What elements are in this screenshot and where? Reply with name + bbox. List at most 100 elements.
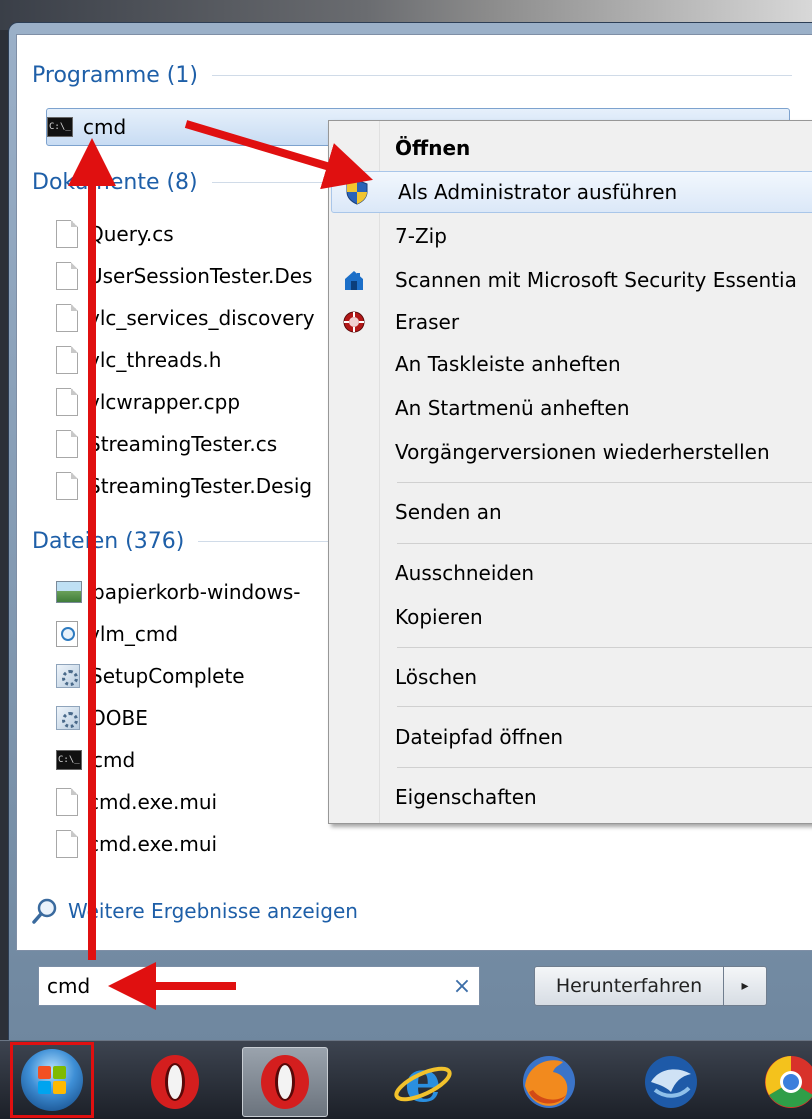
- taskbar-app-opera[interactable]: [132, 1047, 218, 1117]
- context-menu-item-scan[interactable]: Scannen mit Microsoft Security Essentia: [329, 259, 812, 301]
- result-item-document[interactable]: Query.cs: [56, 216, 174, 252]
- start-search-box[interactable]: ×: [38, 966, 480, 1006]
- document-icon: [56, 472, 78, 500]
- taskbar-app-opera-active[interactable]: [242, 1047, 328, 1117]
- result-item-label: StreamingTester.cs: [88, 432, 278, 456]
- group-divider: [211, 74, 792, 76]
- document-icon: [56, 262, 78, 290]
- context-menu-separator: [397, 706, 812, 707]
- context-menu-item-open-file-location[interactable]: Dateipfad öffnen: [329, 716, 812, 758]
- result-item-label: vlc_threads.h: [88, 348, 222, 372]
- result-item-document[interactable]: StreamingTester.Desig: [56, 468, 326, 504]
- context-menu-item-label: Senden an: [395, 500, 502, 524]
- context-menu: Öffnen Als Administrator ausführen 7-Zip…: [328, 120, 812, 824]
- result-item-label: vlc_services_discovery: [88, 306, 315, 330]
- chevron-right-icon: ▸: [741, 978, 749, 994]
- context-menu-item-label: An Startmenü anheften: [395, 396, 630, 420]
- context-menu-item-send-to[interactable]: Senden an: [329, 491, 812, 533]
- result-item-label: cmd.exe.mui: [88, 790, 218, 814]
- result-item-document[interactable]: vlc_services_discovery: [56, 300, 326, 336]
- thunderbird-icon: [645, 1056, 697, 1108]
- shutdown-options-button[interactable]: ▸: [723, 966, 767, 1006]
- settings-file-icon: [56, 706, 80, 730]
- result-item-file[interactable]: cmd.exe.mui: [56, 826, 217, 862]
- shutdown-button[interactable]: Herunterfahren: [534, 966, 724, 1006]
- context-menu-item-label: Ausschneiden: [395, 561, 535, 585]
- group-header-documents-label: Dokumente (8): [32, 169, 198, 195]
- result-item-document[interactable]: UserSessionTester.Des: [56, 258, 326, 294]
- context-menu-separator: [397, 647, 812, 648]
- clear-search-icon[interactable]: ×: [445, 974, 479, 999]
- context-menu-item-label: Eraser: [395, 310, 460, 334]
- start-button[interactable]: [10, 1042, 94, 1118]
- context-menu-item-eraser[interactable]: Eraser: [329, 301, 812, 343]
- document-icon: [56, 304, 78, 332]
- context-menu-item-label: Eigenschaften: [395, 785, 537, 809]
- context-menu-item-label: Öffnen: [395, 136, 471, 160]
- context-menu-item-label: Dateipfad öffnen: [395, 725, 564, 749]
- taskbar-app-firefox[interactable]: [506, 1047, 592, 1117]
- search-input[interactable]: [39, 968, 445, 1004]
- result-item-document[interactable]: vlc_threads.h: [56, 342, 221, 378]
- context-menu-item-label: 7-Zip: [395, 224, 447, 248]
- opera-icon: [261, 1055, 309, 1109]
- result-item-label: SetupComplete: [90, 664, 245, 688]
- document-icon: [56, 346, 78, 374]
- result-item-label: UserSessionTester.Des: [88, 264, 313, 288]
- taskbar-app-chrome[interactable]: [748, 1047, 812, 1117]
- result-item-file[interactable]: vlm_cmd: [56, 616, 178, 652]
- cmd-icon: C:\_: [47, 117, 73, 137]
- shutdown-button-label: Herunterfahren: [555, 975, 703, 997]
- group-header-programs: Programme (1): [32, 60, 792, 90]
- result-item-file[interactable]: cmd.exe.mui: [56, 784, 217, 820]
- taskbar-app-thunderbird[interactable]: [628, 1047, 714, 1117]
- result-item-label: Query.cs: [88, 222, 174, 246]
- security-essentials-icon: [345, 271, 363, 290]
- context-menu-item-label: Scannen mit Microsoft Security Essentia: [395, 268, 797, 292]
- context-menu-item-pin-start[interactable]: An Startmenü anheften: [329, 387, 812, 429]
- result-item-file[interactable]: papierkorb-windows-: [56, 574, 326, 610]
- result-item-label: vlcwrapper.cpp: [88, 390, 241, 414]
- context-menu-item-label: Kopieren: [395, 605, 483, 629]
- result-item-document[interactable]: vlcwrapper.cpp: [56, 384, 240, 420]
- firefox-icon: [523, 1056, 575, 1108]
- document-icon: [56, 788, 78, 816]
- windows-logo-icon: [21, 1049, 83, 1111]
- more-results-link[interactable]: Weitere Ergebnisse anzeigen: [32, 896, 358, 926]
- document-icon: [56, 830, 78, 858]
- cmd-icon: C:\_: [56, 750, 82, 770]
- group-header-programs-label: Programme (1): [32, 62, 198, 88]
- context-menu-item-delete[interactable]: Löschen: [329, 656, 812, 698]
- document-icon: [56, 430, 78, 458]
- eraser-icon: [343, 311, 365, 333]
- result-item-file[interactable]: SetupComplete: [56, 658, 245, 694]
- context-menu-separator: [397, 767, 812, 768]
- context-menu-separator: [397, 482, 812, 483]
- context-menu-item-label: An Taskleiste anheften: [395, 352, 621, 376]
- context-menu-item-properties[interactable]: Eigenschaften: [329, 776, 812, 818]
- more-results-label: Weitere Ergebnisse anzeigen: [68, 899, 358, 923]
- context-menu-item-7zip[interactable]: 7-Zip: [329, 215, 812, 257]
- context-menu-separator: [397, 543, 812, 544]
- context-menu-item-restore-versions[interactable]: Vorgängerversionen wiederherstellen: [329, 431, 812, 473]
- result-item-label: OOBE: [90, 706, 148, 730]
- chrome-icon: [765, 1056, 812, 1108]
- context-menu-item-run-as-admin[interactable]: Als Administrator ausführen: [331, 171, 812, 213]
- result-item-document[interactable]: StreamingTester.cs: [56, 426, 277, 462]
- context-menu-item-open[interactable]: Öffnen: [329, 127, 812, 169]
- result-item-label: cmd: [92, 748, 136, 772]
- context-menu-item-pin-taskbar[interactable]: An Taskleiste anheften: [329, 343, 812, 385]
- context-menu-item-cut[interactable]: Ausschneiden: [329, 552, 812, 594]
- internet-explorer-icon: e: [394, 1051, 452, 1113]
- context-menu-item-label: Als Administrator ausführen: [398, 180, 678, 204]
- result-item-label: vlm_cmd: [88, 622, 179, 646]
- opera-icon: [151, 1055, 199, 1109]
- result-item-label: papierkorb-windows-: [92, 580, 301, 604]
- result-item-file[interactable]: C:\_ cmd: [56, 742, 135, 778]
- taskbar-app-internet-explorer[interactable]: e: [380, 1047, 466, 1117]
- document-icon: [56, 220, 78, 248]
- context-menu-item-copy[interactable]: Kopieren: [329, 596, 812, 638]
- uac-shield-icon: [346, 179, 368, 205]
- result-item-file[interactable]: OOBE: [56, 700, 148, 736]
- taskbar: e: [0, 1040, 812, 1119]
